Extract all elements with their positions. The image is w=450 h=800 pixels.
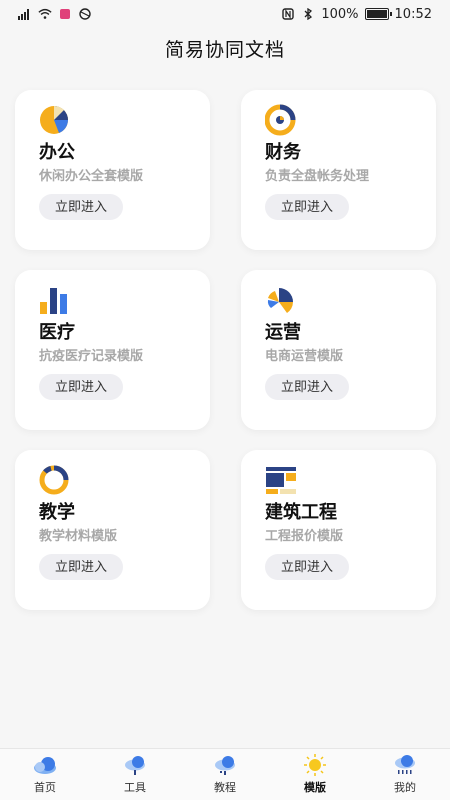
template-card-teaching[interactable]: 教学 教学材料模版 立即进入 [15, 450, 210, 610]
cloud-home-icon [34, 757, 56, 774]
nfc-icon [282, 8, 295, 20]
sun-icon [304, 754, 326, 776]
radial-chart-icon [267, 288, 293, 313]
card-title: 运营 [265, 322, 301, 343]
nav-label: 工具 [124, 781, 146, 794]
template-card-construction[interactable]: 建筑工程 工程报价模版 立即进入 [241, 450, 436, 610]
enter-button[interactable]: 立即进入 [265, 554, 349, 580]
status-bar: 100% 10:52 [0, 0, 450, 28]
enter-button[interactable]: 立即进入 [265, 374, 349, 400]
clock: 10:52 [394, 6, 432, 22]
app-notification-icon [60, 9, 70, 19]
template-grid: 办公 休闲办公全套模版 立即进入 财务 负责全盘帐务处理 立即进入 医疗 抗疫医… [15, 90, 436, 610]
donut-chart-icon [265, 104, 296, 136]
card-subtitle: 休闲办公全套模版 [39, 169, 144, 184]
block-chart-icon [266, 467, 296, 494]
nav-label: 我的 [394, 781, 416, 794]
card-subtitle: 教学材料模版 [39, 529, 118, 544]
template-card-finance[interactable]: 财务 负责全盘帐务处理 立即进入 [241, 90, 436, 250]
nav-item-tutorial[interactable]: 教程 [190, 753, 260, 795]
globe-icon [79, 8, 91, 20]
bottom-nav: 首页 工具 教程 模版 我的 [0, 748, 450, 800]
cloud-tutorial-icon [215, 756, 235, 775]
template-card-medical[interactable]: 医疗 抗疫医疗记录模版 立即进入 [15, 270, 210, 430]
battery-icon [364, 8, 392, 20]
page-title: 简易协同文档 [164, 38, 285, 61]
card-subtitle: 工程报价模版 [265, 529, 344, 544]
card-title: 医疗 [39, 322, 75, 343]
nav-label: 模版 [304, 781, 326, 794]
card-title: 办公 [39, 142, 75, 163]
card-subtitle: 负责全盘帐务处理 [265, 169, 370, 184]
cloud-rain-icon [395, 755, 415, 774]
pie-chart-icon [40, 105, 68, 134]
status-right: 100% 10:52 [281, 7, 432, 22]
nav-item-mine[interactable]: 我的 [370, 753, 440, 795]
signal-icon [18, 9, 29, 20]
card-subtitle: 电商运营模版 [265, 349, 344, 364]
nav-item-templates[interactable]: 模版 [280, 753, 350, 795]
bluetooth-icon [304, 8, 313, 20]
cloud-tools-icon [125, 756, 145, 775]
nav-label: 教程 [214, 781, 236, 794]
nav-item-tools[interactable]: 工具 [100, 753, 170, 795]
bar-chart-icon [40, 288, 67, 314]
nav-label: 首页 [34, 781, 56, 794]
card-subtitle: 抗疫医疗记录模版 [39, 349, 144, 364]
enter-button[interactable]: 立即进入 [39, 194, 123, 220]
ring-chart-icon [39, 465, 69, 495]
card-title: 财务 [265, 142, 301, 163]
nav-item-home[interactable]: 首页 [10, 753, 80, 795]
template-card-office[interactable]: 办公 休闲办公全套模版 立即进入 [15, 90, 210, 250]
card-title: 建筑工程 [265, 502, 337, 523]
enter-button[interactable]: 立即进入 [39, 374, 123, 400]
status-left [18, 8, 92, 20]
template-card-operations[interactable]: 运营 电商运营模版 立即进入 [241, 270, 436, 430]
battery-percent: 100% [321, 6, 359, 22]
enter-button[interactable]: 立即进入 [39, 554, 123, 580]
card-title: 教学 [39, 502, 75, 523]
enter-button[interactable]: 立即进入 [265, 194, 349, 220]
wifi-icon [38, 8, 52, 19]
